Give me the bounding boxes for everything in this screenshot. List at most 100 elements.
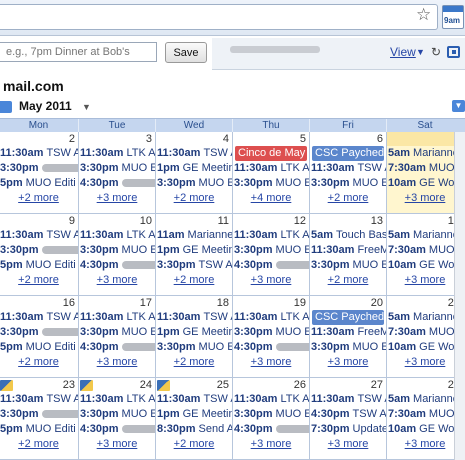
event-item[interactable]: 5pm MUO Editi (0, 340, 78, 355)
day-cell[interactable]: 285amMarianne7:30amMUO An10amGE Work+3 m… (386, 378, 463, 459)
day-cell[interactable]: 16 11:30am TSW A 3:30pm 5pm MUO Editi +2 more (0, 296, 78, 377)
day-cell[interactable]: 9 11:30am TSW A 3:30pm 5pm MUO Editi +2 more (0, 214, 78, 295)
event-item[interactable]: 5pm MUO Editi (0, 422, 78, 437)
day-cell[interactable]: 1011:30amLTK A3:30pmMUO Ec4:30pm+3 more (78, 214, 155, 295)
event-item[interactable]: 11:30amTSW A (0, 146, 78, 161)
more-events-link[interactable]: +3 more (310, 437, 386, 452)
event-item[interactable]: 4:30pm (233, 340, 309, 355)
event-item[interactable]: 3:30pm (0, 325, 78, 340)
event-item[interactable]: 11:30amFreeM (310, 243, 386, 258)
day-number[interactable]: 17 (79, 296, 155, 310)
more-events-link[interactable]: +4 more (233, 191, 309, 206)
more-events-link[interactable]: +3 more (387, 273, 463, 288)
more-events-link[interactable]: +2 more (0, 355, 78, 370)
month-dropdown-icon[interactable]: ▼ (82, 102, 91, 112)
event-item[interactable]: 3:30pmMUO Ec (156, 340, 232, 355)
day-number[interactable]: 16 (0, 296, 78, 310)
day-cell[interactable]: 6CSC Payched11:30amTSW A3:30pmMUO Ec+2 m… (309, 132, 386, 213)
event-item[interactable]: 3:30pmMUO Ec (233, 325, 309, 340)
day-number[interactable]: 26 (233, 378, 309, 392)
day-cell[interactable]: 23 11:30am TSW A 3:30pm 5pm MUO Editi +2 more (0, 378, 78, 459)
day-number[interactable]: 7 (387, 132, 463, 146)
day-number[interactable]: 20 (310, 296, 386, 310)
event-item[interactable]: 5am Marianne (387, 228, 463, 243)
day-cell[interactable]: 1211:30amLTK A3:30pmMUO Ec4:30pm+3 more (232, 214, 309, 295)
event-item[interactable]: 4:30pm (79, 258, 155, 273)
event-item[interactable]: 3:30pm (0, 243, 78, 258)
more-events-link[interactable]: +2 more (0, 191, 78, 206)
quick-add-input[interactable] (0, 42, 157, 62)
more-events-link[interactable]: +3 more (387, 355, 463, 370)
open-in-tab-icon[interactable] (447, 46, 460, 58)
event-item[interactable]: 7:30amMUO An (387, 407, 463, 422)
event-item[interactable]: 3:30pmMUO Ec (156, 176, 232, 191)
bookmark-star-icon[interactable]: ☆ (416, 6, 431, 24)
more-events-link[interactable]: +3 more (233, 355, 309, 370)
event-item[interactable]: 3:30pm (0, 407, 78, 422)
day-number[interactable]: 11 (156, 214, 232, 228)
more-events-link[interactable]: +3 more (387, 191, 463, 206)
event-item[interactable]: 3:30pmMUO Ec (79, 243, 155, 258)
day-cell[interactable]: 311:30amLTK A3:30pmMUO Ec4:30pm+3 more (78, 132, 155, 213)
event-item[interactable]: 11:30amTSW A (156, 310, 232, 325)
event-item[interactable]: 1pm GE Meetin (156, 243, 232, 258)
event-item[interactable]: 3:30pmMUO Ec (79, 325, 155, 340)
more-events-link[interactable]: +2 more (0, 273, 78, 288)
more-events-link[interactable]: +3 more (79, 355, 155, 370)
address-bar[interactable] (0, 4, 438, 30)
day-number[interactable]: 19 (233, 296, 309, 310)
day-number[interactable]: 9 (0, 214, 78, 228)
more-events-link[interactable]: +3 more (79, 273, 155, 288)
more-events-link[interactable]: +2 more (156, 355, 232, 370)
day-cell[interactable]: 2611:30amLTK A3:30pmMUO Ec4:30pm+3 more (232, 378, 309, 459)
event-item[interactable]: 11am Marianne (156, 228, 232, 243)
event-item[interactable]: 3:30pmMUO Ec (310, 258, 386, 273)
more-events-link[interactable]: +2 more (310, 273, 386, 288)
day-cell[interactable]: 145amMarianne7:30amMUO An10amGE Work+3 m… (386, 214, 463, 295)
day-number[interactable]: 21 (387, 296, 463, 310)
event-item[interactable]: 10am GE Work (387, 258, 463, 273)
event-item[interactable]: 1pm GE Meetin (156, 407, 232, 422)
event-item[interactable]: 11:30amTSW A (0, 310, 78, 325)
event-item[interactable]: 11:30amTSW A (156, 146, 232, 161)
day-cell[interactable]: 1811:30amTSW A1pmGE Meetin3:30pmMUO Ec+2… (155, 296, 232, 377)
all-day-event[interactable]: CSC Payched (312, 146, 384, 161)
day-number[interactable]: 14 (387, 214, 463, 228)
calendar-menu-button[interactable]: ▼ (452, 100, 465, 112)
more-events-link[interactable]: +3 more (233, 273, 309, 288)
day-number[interactable]: 2 (0, 132, 78, 146)
event-item[interactable]: 11:30amTSW A (156, 392, 232, 407)
event-item[interactable]: 5am Marianne (387, 310, 463, 325)
event-item[interactable]: 3:30pmMUO Ec (310, 176, 386, 191)
more-events-link[interactable]: +2 more (156, 191, 232, 206)
event-item[interactable]: 11:30am LTK A (233, 161, 309, 176)
event-item[interactable]: 3:30pmMUO Ec (79, 161, 155, 176)
event-item[interactable]: 7:30pm Update (310, 422, 386, 437)
event-item[interactable]: 4:30pm TSW A (310, 407, 386, 422)
more-events-link[interactable]: +2 more (0, 437, 78, 452)
event-item[interactable]: 1pm GE Meetin (156, 325, 232, 340)
event-item[interactable]: 11:30am LTK A (233, 310, 309, 325)
event-item[interactable]: 3:30pmMUO Ec (233, 407, 309, 422)
event-item[interactable]: 10am GE Work (387, 176, 463, 191)
event-item[interactable]: 10am GE Work (387, 422, 463, 437)
event-item[interactable]: 4:30pm (79, 176, 155, 191)
event-item[interactable]: 4:30pm (233, 258, 309, 273)
all-day-event[interactable]: Cinco de May (235, 146, 307, 161)
day-number[interactable]: 28 (387, 378, 463, 392)
more-events-link[interactable]: +2 more (310, 191, 386, 206)
day-cell[interactable]: 2511:30amTSW A1pmGE Meetin8:30pmSend Ann… (155, 378, 232, 459)
event-item[interactable]: 7:30amMUO An (387, 325, 463, 340)
more-events-link[interactable]: +2 more (156, 273, 232, 288)
day-cell[interactable]: 2 11:30am TSW A 3:30pm 5pm MUO Editi +2 more (0, 132, 78, 213)
day-cell[interactable]: 135amTouch Bas11:30amFreeM3:30pmMUO Ec+2… (309, 214, 386, 295)
event-item[interactable]: 3:30pmMUO Ec (233, 243, 309, 258)
day-number[interactable]: 3 (79, 132, 155, 146)
event-item[interactable]: 11:30am LTK A (233, 228, 309, 243)
event-item[interactable]: 10am GE Work (387, 340, 463, 355)
day-cell[interactable]: 2411:30amLTK A3:30pmMUO Ec4:30pm+3 more (78, 378, 155, 459)
scrollbar[interactable] (454, 132, 465, 460)
day-cell[interactable]: 1911:30amLTK A3:30pmMUO Ec4:30pm+3 more (232, 296, 309, 377)
event-item[interactable]: 4:30pm (79, 422, 155, 437)
day-number[interactable]: 4 (156, 132, 232, 146)
